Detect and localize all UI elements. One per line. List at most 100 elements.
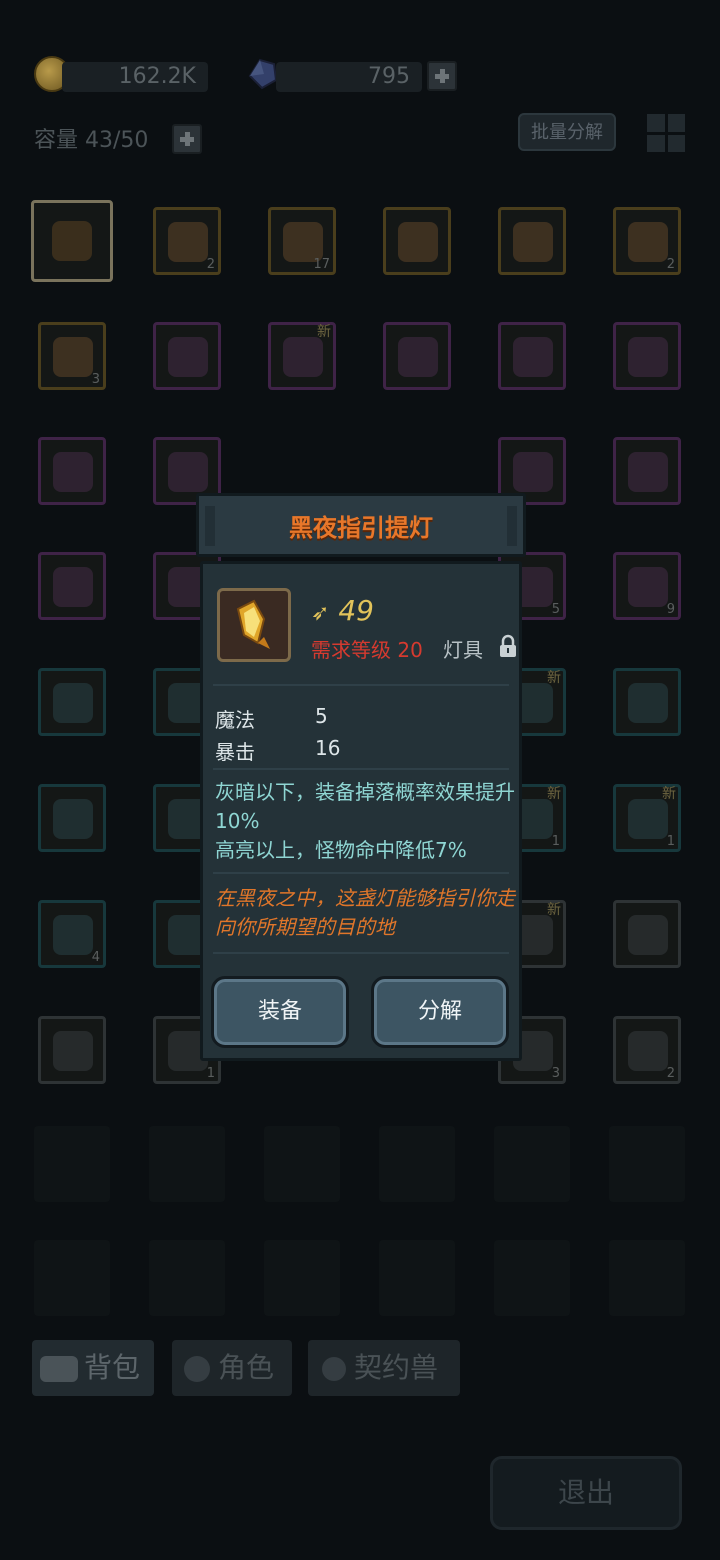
- exit-button[interactable]: 退出: [490, 1456, 682, 1530]
- item-count: 4: [91, 950, 100, 965]
- character-icon: [184, 1356, 210, 1382]
- item-icon: [628, 799, 668, 839]
- item-level-value: 49: [338, 594, 374, 627]
- inventory-slot[interactable]: [38, 437, 106, 505]
- batch-disassemble-button[interactable]: 批量分解: [518, 113, 616, 151]
- item-level: ➶ 49: [311, 594, 374, 627]
- tab-bag[interactable]: 背包: [32, 1340, 154, 1396]
- item-icon: [53, 915, 93, 955]
- empty-slot[interactable]: [379, 1240, 455, 1316]
- item-detail-popup: 黑夜指引提灯 ➶ 49 需求等级 20 灯具 魔法 5 暴击 16 灰暗以下，装…: [196, 493, 526, 1068]
- inventory-slot[interactable]: 17: [268, 207, 336, 275]
- popup-body: ➶ 49 需求等级 20 灯具 魔法 5 暴击 16 灰暗以下，装备掉落概率效果…: [200, 561, 522, 1061]
- item-count: 2: [666, 1066, 675, 1081]
- item-icon: [398, 337, 438, 377]
- item-icon: [398, 222, 438, 262]
- empty-slot[interactable]: [264, 1240, 340, 1316]
- capacity-label: 容量 43/50: [34, 128, 149, 153]
- item-icon: [283, 222, 323, 262]
- inventory-slot[interactable]: 3: [38, 322, 106, 390]
- item-count: 2: [666, 257, 675, 272]
- inventory-slot[interactable]: [613, 668, 681, 736]
- stat-row: 魔法 5: [215, 704, 328, 733]
- inventory-slot[interactable]: 2: [613, 1016, 681, 1084]
- tab-character[interactable]: 角色: [172, 1340, 292, 1396]
- inventory-slot[interactable]: [31, 200, 113, 282]
- item-icon: [283, 337, 323, 377]
- inventory-slot[interactable]: 4: [38, 900, 106, 968]
- inventory-slot[interactable]: [613, 322, 681, 390]
- item-icon: [53, 799, 93, 839]
- inventory-slot[interactable]: [38, 668, 106, 736]
- grid-view-icon[interactable]: [647, 114, 685, 152]
- item-icon: [53, 1031, 93, 1071]
- item-icon: [52, 221, 92, 261]
- stat-name: 魔法: [215, 708, 255, 732]
- tab-pet[interactable]: 契约兽: [308, 1340, 460, 1396]
- level-arrow-icon: ➶: [311, 601, 330, 626]
- item-icon: [53, 452, 93, 492]
- empty-slot[interactable]: [264, 1126, 340, 1202]
- tab-bag-label: 背包: [84, 1351, 141, 1384]
- gold-amount: 162.2K: [62, 62, 208, 92]
- inventory-slot[interactable]: [38, 552, 106, 620]
- stat-value: 5: [315, 704, 328, 728]
- item-icon: [168, 337, 208, 377]
- inventory-slot[interactable]: [383, 322, 451, 390]
- item-count: 1: [666, 834, 675, 849]
- new-badge: 新: [547, 670, 561, 686]
- stat-name: 暴击: [215, 740, 255, 764]
- inventory-slot[interactable]: [38, 1016, 106, 1084]
- item-icon: [628, 452, 668, 492]
- inventory-slot[interactable]: [613, 900, 681, 968]
- empty-slot[interactable]: [149, 1126, 225, 1202]
- inventory-slot[interactable]: [498, 207, 566, 275]
- item-count: 17: [313, 257, 330, 272]
- item-icon: [513, 222, 553, 262]
- empty-slot[interactable]: [149, 1240, 225, 1316]
- inventory-slot[interactable]: 2: [613, 207, 681, 275]
- item-icon: [513, 452, 553, 492]
- inventory-slot[interactable]: [613, 437, 681, 505]
- add-capacity-button[interactable]: [172, 124, 202, 154]
- empty-slot[interactable]: [379, 1126, 455, 1202]
- equip-button[interactable]: 装备: [211, 976, 349, 1048]
- item-icon: [53, 567, 93, 607]
- inventory-slot[interactable]: 2: [153, 207, 221, 275]
- disassemble-button[interactable]: 分解: [371, 976, 509, 1048]
- empty-slot[interactable]: [34, 1126, 110, 1202]
- item-icon: [628, 683, 668, 723]
- inventory-slot[interactable]: [383, 207, 451, 275]
- effect-text-1: 灰暗以下，装备掉落概率效果提升10%: [215, 780, 515, 833]
- item-count: 5: [551, 602, 560, 617]
- inventory-slot[interactable]: [38, 784, 106, 852]
- empty-slot[interactable]: [34, 1240, 110, 1316]
- empty-slot[interactable]: [494, 1240, 570, 1316]
- item-icon: [628, 567, 668, 607]
- tab-pet-label: 契约兽: [354, 1351, 439, 1384]
- lantern-item-icon: [217, 588, 291, 662]
- inventory-slot[interactable]: [153, 322, 221, 390]
- new-badge: 新: [547, 902, 561, 918]
- item-icon: [628, 915, 668, 955]
- item-icon: [168, 452, 208, 492]
- add-gems-button[interactable]: [427, 61, 457, 91]
- item-count: 9: [666, 602, 675, 617]
- empty-slot[interactable]: [494, 1126, 570, 1202]
- item-icon: [168, 222, 208, 262]
- stat-value: 16: [315, 736, 341, 760]
- paw-icon: [322, 1357, 346, 1381]
- empty-slot[interactable]: [609, 1240, 685, 1316]
- item-icon: [513, 337, 553, 377]
- item-name: 黑夜指引提灯: [289, 514, 433, 542]
- inventory-slot[interactable]: 9: [613, 552, 681, 620]
- lock-icon[interactable]: [499, 634, 517, 658]
- item-type: 灯具: [443, 638, 483, 662]
- inventory-slot[interactable]: 新: [268, 322, 336, 390]
- inventory-slot[interactable]: [498, 322, 566, 390]
- tab-character-label: 角色: [218, 1351, 275, 1384]
- inventory-slot[interactable]: 1新: [613, 784, 681, 852]
- item-icon: [628, 337, 668, 377]
- empty-slot[interactable]: [609, 1126, 685, 1202]
- gem-amount: 795: [276, 62, 422, 92]
